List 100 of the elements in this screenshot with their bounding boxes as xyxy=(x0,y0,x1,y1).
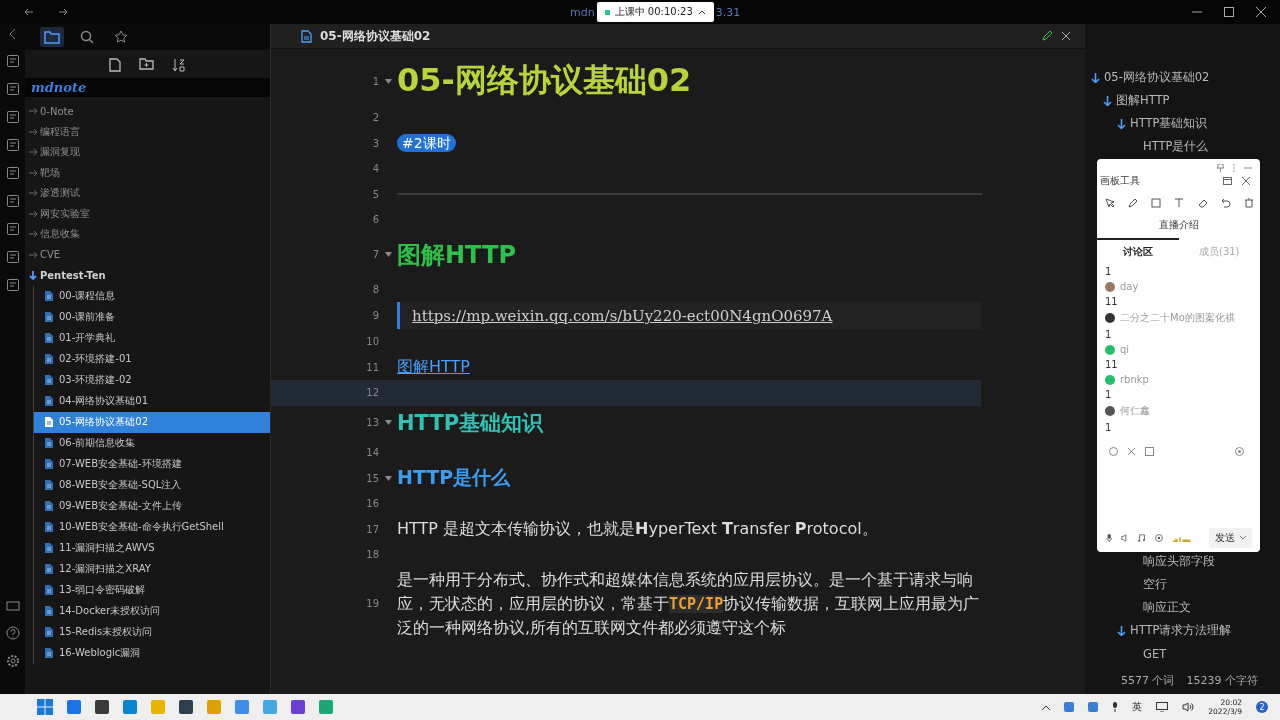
file-item[interactable]: 12-漏洞扫描之XRAY xyxy=(34,558,270,580)
file-item[interactable]: 11-漏洞扫描之AWVS xyxy=(34,537,270,559)
arrow-icon[interactable] xyxy=(28,167,38,178)
arrow-icon[interactable] xyxy=(28,106,38,117)
file-item[interactable]: 15-Redis未授权访问 xyxy=(34,621,270,643)
arrow-icon[interactable] xyxy=(1103,95,1112,106)
file-item[interactable]: 04-网络协议基础01 xyxy=(34,390,270,412)
outline-item[interactable]: HTTP请求方法理解 xyxy=(1085,619,1280,642)
folder-item[interactable]: 信息收集 xyxy=(25,224,270,245)
eraser-icon[interactable] xyxy=(1197,198,1208,208)
arrow-icon[interactable] xyxy=(28,126,38,137)
arrow-icon[interactable] xyxy=(28,229,38,240)
music-icon[interactable] xyxy=(1138,533,1146,543)
file-item[interactable]: 06-前期信息收集 xyxy=(34,432,270,454)
tray-icon[interactable] xyxy=(1064,702,1075,712)
maximize-icon[interactable] xyxy=(1224,7,1234,17)
outline-item[interactable]: 响应正文 xyxy=(1085,596,1280,619)
folder-item[interactable]: Pentest-Ten xyxy=(25,265,270,286)
rectangle-icon[interactable] xyxy=(1151,198,1162,208)
image-icon[interactable] xyxy=(1145,447,1154,456)
outline-item[interactable]: HTTP是什么 xyxy=(1085,135,1280,158)
file-item[interactable]: 08-WEB安全基础-SQL注入 xyxy=(34,474,270,496)
pencil-icon[interactable] xyxy=(1041,30,1053,42)
record-icon[interactable] xyxy=(1235,447,1244,456)
folder-item[interactable]: 漏洞复现 xyxy=(25,142,270,163)
intro-link[interactable]: 直播介绍 xyxy=(1158,214,1199,238)
vault-name[interactable]: mdnote xyxy=(25,78,270,97)
close-icon[interactable] xyxy=(1061,31,1071,41)
folder-item[interactable]: 网安实验室 xyxy=(25,203,270,224)
recording-badge[interactable]: 上课中 00:10:23 xyxy=(596,2,714,22)
windows-start-icon[interactable] xyxy=(37,699,53,715)
notification-badge[interactable]: 2 xyxy=(1256,701,1268,713)
folder-item[interactable]: 编程语言 xyxy=(25,121,270,142)
file-item[interactable]: 09-WEB安全基础-文件上传 xyxy=(34,495,270,517)
send-button[interactable]: 发送 xyxy=(1209,528,1252,548)
collapse-icon[interactable] xyxy=(8,28,17,40)
pointer-icon[interactable] xyxy=(1105,198,1115,208)
window-icon[interactable] xyxy=(1223,177,1232,185)
forward-icon[interactable] xyxy=(58,8,68,16)
keyboard-icon[interactable] xyxy=(5,600,20,612)
file-item[interactable]: 16-Weblogic漏洞 xyxy=(34,642,270,664)
file-item[interactable]: 00-课程信息 xyxy=(34,285,270,307)
fold-caret-icon[interactable] xyxy=(384,78,392,84)
arrow-icon[interactable] xyxy=(1117,625,1126,636)
new-folder-icon[interactable] xyxy=(139,58,154,70)
file-item[interactable]: 13-弱口令密码破解 xyxy=(34,579,270,601)
back-icon[interactable] xyxy=(24,8,34,16)
arrow-icon[interactable] xyxy=(28,249,38,260)
tag[interactable]: #2课时 xyxy=(397,134,456,153)
folder-item[interactable]: 靶场 xyxy=(25,162,270,183)
arrow-icon[interactable] xyxy=(28,270,38,281)
close-icon[interactable] xyxy=(1256,7,1266,17)
arrow-icon[interactable] xyxy=(1091,72,1100,83)
help-icon[interactable] xyxy=(5,626,20,640)
file-item[interactable]: 03-环境搭建-02 xyxy=(34,369,270,391)
folder-item[interactable]: CVE xyxy=(25,244,270,265)
folder-item[interactable]: 0-Note xyxy=(25,101,270,122)
outline-item[interactable]: 响应头部字段 xyxy=(1085,550,1280,573)
pen-icon[interactable] xyxy=(1128,198,1139,208)
microphone-icon[interactable] xyxy=(1106,533,1113,543)
file-icon xyxy=(44,521,54,533)
chat-tab[interactable]: 讨论区 xyxy=(1097,238,1179,264)
new-note-icon[interactable] xyxy=(109,58,121,72)
outline-item[interactable]: GET xyxy=(1085,642,1280,665)
url-link[interactable]: https://mp.weixin.qq.com/s/bUy220-ect00N4gnO0697A xyxy=(412,307,833,325)
outline-item[interactable]: 05-网络协议基础02 xyxy=(1085,66,1280,89)
delete-icon[interactable] xyxy=(1243,198,1254,208)
camera-icon[interactable] xyxy=(1154,533,1163,543)
arrow-icon[interactable] xyxy=(28,208,38,219)
chevron-up-icon[interactable] xyxy=(1042,704,1051,710)
folder-item[interactable]: 渗透测试 xyxy=(25,183,270,204)
arrow-icon[interactable] xyxy=(28,188,38,199)
outline-item[interactable]: 空行 xyxy=(1085,573,1280,596)
sort-icon[interactable] xyxy=(172,58,186,72)
file-item[interactable]: 14-Docker未授权访问 xyxy=(34,600,270,622)
note-link[interactable]: 图解HTTP xyxy=(397,356,470,376)
outline-item[interactable]: HTTP基础知识 xyxy=(1085,112,1280,135)
file-item[interactable]: 05-网络协议基础02 xyxy=(34,411,270,433)
outline-item[interactable]: 图解HTTP xyxy=(1085,89,1280,112)
file-item[interactable]: 02-环境搭建-01 xyxy=(34,348,270,370)
file-item[interactable]: 00-课前准备 xyxy=(34,306,270,328)
input-language[interactable]: 英 xyxy=(1132,700,1143,714)
arrow-icon[interactable] xyxy=(1117,118,1126,129)
fold-caret-icon[interactable] xyxy=(384,252,392,257)
close-icon[interactable] xyxy=(1242,177,1250,185)
fold-caret-icon[interactable] xyxy=(384,420,392,425)
pin-icon[interactable] xyxy=(1217,164,1224,172)
tray-icon[interactable] xyxy=(1088,702,1099,712)
network-icon[interactable] xyxy=(1156,702,1169,712)
caret-icon[interactable] xyxy=(1240,536,1246,540)
file-item[interactable]: 10-WEB安全基础-命令执行GetShell xyxy=(34,516,270,538)
fold-caret-icon[interactable] xyxy=(384,475,392,481)
arrow-icon[interactable] xyxy=(28,147,38,158)
microphone-icon[interactable] xyxy=(1112,702,1119,712)
undo-icon[interactable] xyxy=(1220,198,1231,208)
volume-icon[interactable] xyxy=(1182,702,1195,712)
file-item[interactable]: 07-WEB安全基础-环境搭建 xyxy=(34,453,270,475)
scissors-icon[interactable] xyxy=(1127,447,1136,456)
settings-icon[interactable] xyxy=(5,654,20,668)
file-item[interactable]: 01-开学典礼 xyxy=(34,327,270,349)
